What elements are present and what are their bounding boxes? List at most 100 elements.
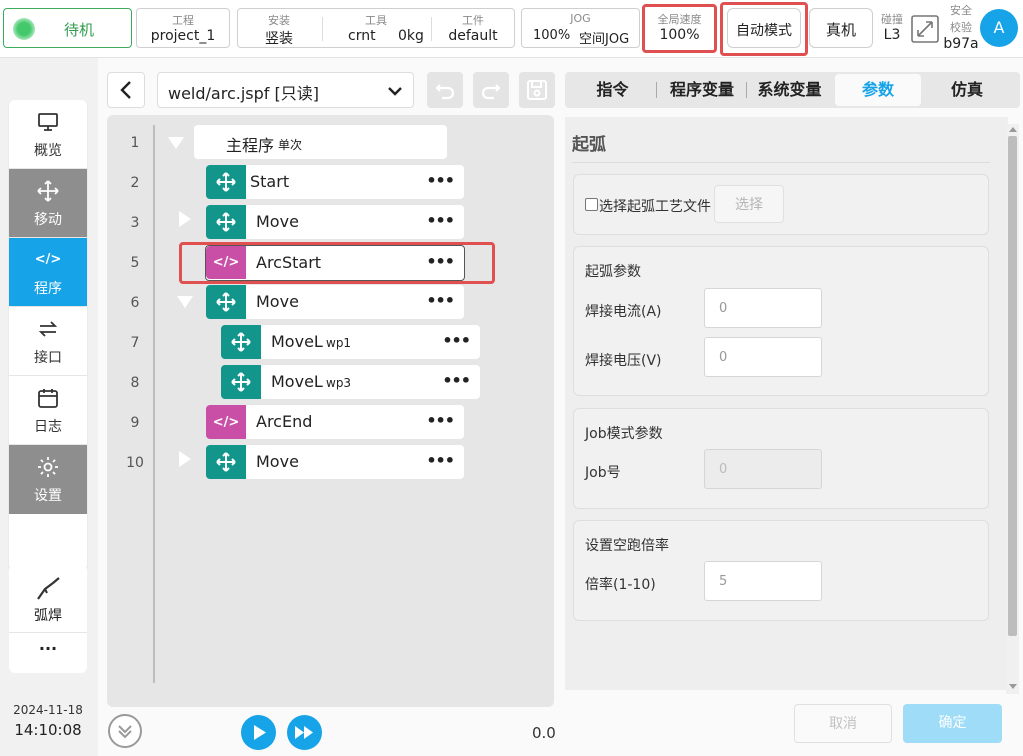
safety-value: b97a bbox=[943, 36, 979, 52]
expand-triangle-icon[interactable] bbox=[179, 211, 191, 227]
install-value: 竖装 bbox=[265, 31, 293, 47]
user-avatar[interactable]: A bbox=[980, 9, 1018, 47]
move-icon bbox=[206, 205, 246, 239]
program-node[interactable]: Move ••• bbox=[206, 205, 464, 239]
global-speed-label: 全局速度 bbox=[657, 13, 702, 26]
current-input[interactable]: 0 bbox=[704, 288, 822, 328]
scroll-down-button[interactable] bbox=[108, 714, 142, 748]
dry-run-card: 设置空跑倍率 倍率(1-10) 5 bbox=[573, 520, 989, 621]
rate-label: 倍率(1-10) bbox=[585, 577, 656, 593]
line-number: 10 bbox=[126, 455, 144, 471]
nav-settings[interactable]: 设置 bbox=[9, 445, 87, 514]
global-speed[interactable]: 全局速度 100% bbox=[645, 8, 714, 48]
voltage-input[interactable]: 0 bbox=[704, 337, 822, 377]
node-label: Move bbox=[256, 212, 299, 231]
collapse-triangle-icon[interactable] bbox=[168, 137, 184, 149]
time-display: 14:10:08 bbox=[14, 721, 82, 739]
node-label: Start bbox=[250, 172, 290, 191]
workpiece-label: 工件 bbox=[462, 14, 484, 27]
real-robot-button[interactable]: 真机 bbox=[809, 8, 873, 48]
redo-button[interactable] bbox=[473, 72, 509, 108]
scroll-up-icon[interactable] bbox=[1009, 127, 1017, 132]
back-button[interactable] bbox=[107, 72, 145, 108]
nav-overview[interactable]: 概览 bbox=[9, 100, 87, 169]
select-button-label: 选择 bbox=[735, 197, 763, 213]
jog-settings[interactable]: JOG 100% 空间JOG bbox=[521, 8, 640, 48]
node-label: MoveL bbox=[271, 372, 323, 391]
gear-icon bbox=[9, 455, 87, 479]
scrollbar[interactable] bbox=[1006, 124, 1019, 694]
job-no-input[interactable]: 0 bbox=[704, 449, 822, 489]
expand-triangle-icon[interactable] bbox=[179, 451, 191, 467]
nav-label: 程序 bbox=[34, 281, 62, 297]
program-node[interactable]: Move ••• bbox=[206, 285, 464, 319]
more-options-icon[interactable]: ••• bbox=[426, 411, 455, 430]
voltage-label: 焊接电压(V) bbox=[585, 353, 662, 369]
tree-guide-line bbox=[153, 125, 155, 683]
nav-log[interactable]: 日志 bbox=[9, 376, 87, 445]
select-file-button[interactable]: 选择 bbox=[714, 185, 784, 223]
program-node[interactable]: MoveL wp3 ••• bbox=[221, 365, 480, 399]
safety-label-2: 校验 bbox=[950, 21, 972, 34]
rate-input[interactable]: 5 bbox=[704, 561, 822, 601]
chevron-left-icon bbox=[120, 81, 131, 99]
collapse-triangle-icon[interactable] bbox=[177, 296, 193, 308]
fast-forward-button[interactable] bbox=[287, 715, 322, 750]
more-options-icon[interactable]: ••• bbox=[426, 291, 455, 310]
tab-instructions[interactable]: 指令 bbox=[565, 72, 660, 108]
node-sublabel: 单次 bbox=[278, 138, 303, 152]
arc-weld-plugin[interactable]: 弧焊 bbox=[9, 565, 87, 633]
nav-label: 接口 bbox=[34, 350, 62, 366]
more-options-icon[interactable]: ••• bbox=[426, 451, 455, 470]
file-select[interactable]: weld/arc.jspf [只读] bbox=[157, 72, 414, 108]
tab-program-variables[interactable]: 程序变量 bbox=[658, 72, 746, 108]
status-indicator[interactable]: 待机 bbox=[3, 8, 132, 48]
node-label: Move bbox=[256, 452, 299, 471]
more-options-icon[interactable]: ••• bbox=[442, 331, 471, 350]
process-file-card: 选择起弧工艺文件 选择 bbox=[573, 174, 989, 235]
workpiece-value: default bbox=[448, 28, 498, 44]
main-program-node[interactable]: 主程序 单次 bbox=[194, 125, 447, 159]
safety-check[interactable]: 安全 校验 b97a bbox=[943, 2, 979, 56]
run-button[interactable] bbox=[241, 715, 276, 750]
tab-simulation[interactable]: 仿真 bbox=[923, 72, 1011, 108]
node-label: ArcStart bbox=[256, 253, 322, 272]
scrollbar-thumb[interactable] bbox=[1008, 136, 1017, 636]
auto-mode-button[interactable]: 自动模式 bbox=[727, 8, 801, 48]
more-options-icon[interactable]: ••• bbox=[442, 371, 471, 390]
program-node-selected[interactable]: </> ArcStart ••• bbox=[205, 245, 465, 281]
cancel-button[interactable]: 取消 bbox=[794, 704, 892, 743]
cancel-label: 取消 bbox=[829, 716, 857, 732]
progress-value: 0.0 bbox=[532, 724, 556, 742]
program-node[interactable]: Move ••• bbox=[206, 445, 464, 479]
undo-button[interactable] bbox=[427, 72, 463, 108]
nav-label: 移动 bbox=[34, 212, 62, 228]
arc-weld-label: 弧焊 bbox=[34, 608, 62, 624]
program-node[interactable]: </> ArcEnd ••• bbox=[206, 405, 464, 439]
tab-system-variables[interactable]: 系统变量 bbox=[747, 72, 832, 108]
select-file-checkbox[interactable] bbox=[585, 198, 598, 211]
nav-interface[interactable]: 接口 bbox=[9, 307, 87, 376]
install-tool-workpiece-group[interactable]: 安装 竖装 工具 crnt 0kg 工件 default bbox=[237, 8, 515, 48]
parameters-panel: 起弧 选择起弧工艺文件 选择 起弧参数 焊接电流(A) 0 焊接电压(V) 0 … bbox=[565, 117, 1008, 690]
confirm-button[interactable]: 确定 bbox=[903, 704, 1002, 743]
scroll-down-icon[interactable] bbox=[1009, 684, 1017, 689]
nav-move[interactable]: 移动 bbox=[9, 169, 87, 238]
program-node[interactable]: MoveL wp1 ••• bbox=[221, 325, 480, 359]
calendar-icon bbox=[9, 386, 87, 410]
collision-level[interactable]: 碰撞 L3 bbox=[877, 8, 907, 48]
top-status-bar: 待机 工程 project_1 安装 竖装 工具 crnt 0kg 工件 def… bbox=[0, 0, 1023, 58]
tab-label: 仿真 bbox=[950, 80, 983, 99]
save-button[interactable] bbox=[519, 72, 555, 108]
status-text: 待机 bbox=[64, 21, 95, 39]
more-options-icon[interactable]: ••• bbox=[426, 171, 455, 190]
more-plugins-button[interactable]: ... bbox=[9, 635, 87, 671]
nav-program[interactable]: </> 程序 bbox=[9, 238, 87, 307]
more-options-icon[interactable]: ••• bbox=[426, 252, 455, 271]
program-node[interactable]: Start ••• bbox=[206, 165, 464, 199]
project-value: project_1 bbox=[150, 28, 216, 44]
fullscreen-icon[interactable] bbox=[910, 14, 940, 44]
project-selector[interactable]: 工程 project_1 bbox=[136, 8, 230, 48]
tab-parameters[interactable]: 参数 bbox=[835, 74, 921, 106]
more-options-icon[interactable]: ••• bbox=[426, 211, 455, 230]
